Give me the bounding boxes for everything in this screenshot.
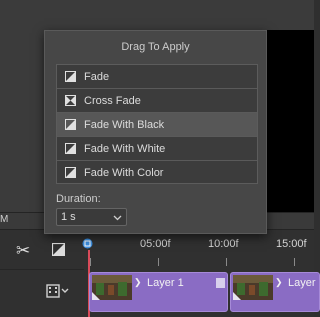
- transition-item-label: Fade With White: [84, 143, 166, 155]
- transition-item-fade-with-black[interactable]: Fade With Black: [57, 113, 257, 137]
- background-toolbar: [55, 0, 314, 30]
- playhead-handle[interactable]: [81, 238, 94, 250]
- transition-item-label: Fade With Color: [84, 167, 164, 179]
- ruler-label: 10:00f: [208, 238, 239, 250]
- transition-item-label: Cross Fade: [84, 95, 141, 107]
- transition-tool-icon[interactable]: [52, 243, 65, 256]
- clip-label: Layer 1: [147, 277, 184, 289]
- timeline-ruler[interactable]: 05:00f 10:00f 15:00f: [84, 232, 314, 268]
- fade-icon: [65, 167, 76, 178]
- ruler-label: 05:00f: [140, 238, 171, 250]
- ruler-tick: [294, 258, 295, 266]
- transition-item-label: Fade: [84, 71, 110, 83]
- transition-list: Fade Cross Fade Fade With Black Fade Wit…: [56, 64, 258, 184]
- transition-item-cross-fade[interactable]: Cross Fade: [57, 89, 257, 113]
- clip-expand-icon[interactable]: ❯: [275, 277, 283, 288]
- duration-value: 1 s: [61, 211, 76, 223]
- transitions-popup: Drag To Apply Fade Cross Fade Fade With …: [44, 30, 267, 234]
- ruler-label: 15:00f: [276, 238, 307, 250]
- cross-fade-icon: [65, 95, 76, 106]
- fade-icon: [65, 71, 76, 82]
- fade-icon: [65, 143, 76, 154]
- ruler-tick: [226, 258, 227, 266]
- scissors-icon[interactable]: ✂: [16, 242, 36, 260]
- chevron-down-icon: [113, 215, 122, 221]
- clip-label: Layer: [288, 277, 316, 289]
- film-track-icon[interactable]: [46, 284, 70, 298]
- clip-end-icon[interactable]: [216, 278, 225, 288]
- toolbar-separator: [0, 269, 84, 270]
- timeline-clip[interactable]: ❯ Layer 1: [89, 272, 228, 312]
- clip-thumbnail: [233, 275, 273, 300]
- clip-expand-icon[interactable]: ❯: [134, 277, 142, 288]
- transition-item-fade[interactable]: Fade: [57, 65, 257, 89]
- clip-thumbnail: [92, 275, 132, 300]
- fade-icon: [65, 119, 76, 130]
- duration-select[interactable]: 1 s: [56, 208, 127, 226]
- transition-item-fade-with-white[interactable]: Fade With White: [57, 137, 257, 161]
- side-label: M: [0, 214, 9, 225]
- ruler-tick: [90, 258, 91, 266]
- transition-item-label: Fade With Black: [84, 119, 165, 131]
- duration-label: Duration:: [56, 193, 101, 205]
- ruler-tick: [158, 258, 159, 266]
- transition-item-fade-with-color[interactable]: Fade With Color: [57, 161, 257, 185]
- popup-title: Drag To Apply: [121, 41, 190, 53]
- timeline-clip[interactable]: ❯ Layer: [230, 272, 320, 312]
